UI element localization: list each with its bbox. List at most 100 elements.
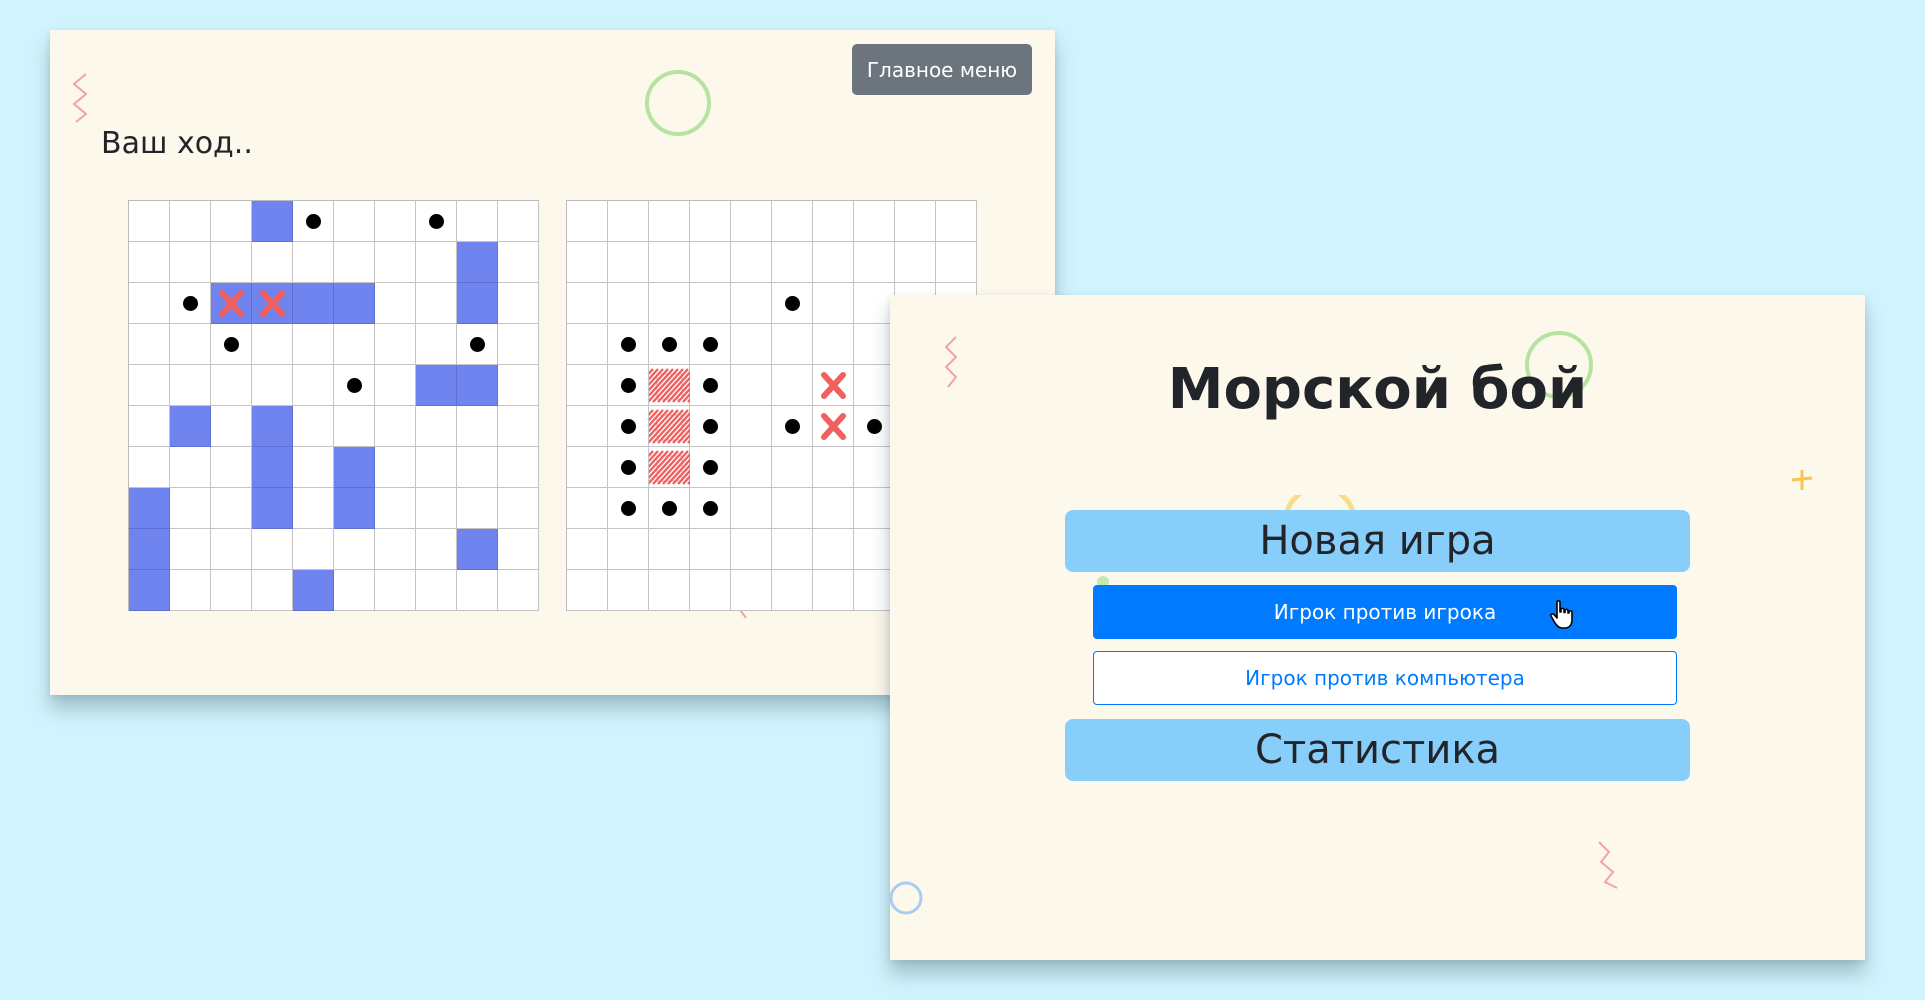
board-cell[interactable] (813, 283, 854, 324)
board-cell[interactable] (649, 488, 690, 529)
board-cell[interactable] (567, 324, 608, 365)
board-cell (129, 201, 170, 242)
board-cell[interactable] (854, 447, 895, 488)
board-cell[interactable] (731, 201, 772, 242)
board-cell (498, 201, 539, 242)
board-cell (416, 529, 457, 570)
board-cell[interactable] (772, 324, 813, 365)
board-cell[interactable] (936, 201, 977, 242)
board-cell[interactable] (567, 529, 608, 570)
board-cell[interactable] (772, 365, 813, 406)
board-cell[interactable] (813, 201, 854, 242)
board-cell[interactable] (772, 570, 813, 611)
board-cell[interactable] (813, 324, 854, 365)
board-cell[interactable] (690, 570, 731, 611)
board-cell[interactable] (608, 570, 649, 611)
board-cell[interactable] (772, 406, 813, 447)
board-cell[interactable] (649, 406, 690, 447)
board-cell (498, 283, 539, 324)
board-cell[interactable] (731, 324, 772, 365)
board-cell[interactable] (649, 447, 690, 488)
board-cell[interactable] (649, 570, 690, 611)
board-cell[interactable] (772, 447, 813, 488)
board-cell[interactable] (690, 324, 731, 365)
board-cell[interactable] (895, 242, 936, 283)
board-cell[interactable] (772, 201, 813, 242)
board-cell[interactable] (854, 365, 895, 406)
board-cell[interactable] (936, 242, 977, 283)
board-cell[interactable] (567, 570, 608, 611)
board-cell (211, 406, 252, 447)
board-cell[interactable] (690, 447, 731, 488)
board-cell (129, 406, 170, 447)
board-cell[interactable] (854, 283, 895, 324)
new-game-button[interactable]: Новая игра (1065, 510, 1690, 572)
board-cell[interactable] (813, 570, 854, 611)
board-cell[interactable] (608, 283, 649, 324)
board-cell[interactable] (567, 283, 608, 324)
board-cell[interactable] (731, 529, 772, 570)
board-cell[interactable] (649, 201, 690, 242)
board-cell[interactable] (772, 242, 813, 283)
board-cell[interactable] (813, 365, 854, 406)
board-cell[interactable] (854, 201, 895, 242)
board-cell[interactable] (854, 529, 895, 570)
board-cell[interactable] (813, 488, 854, 529)
board-cell[interactable] (649, 283, 690, 324)
board-cell[interactable] (690, 529, 731, 570)
board-cell[interactable] (649, 324, 690, 365)
board-cell[interactable] (608, 406, 649, 447)
board-cell[interactable] (690, 488, 731, 529)
miss-dot-icon (702, 459, 718, 475)
board-cell[interactable] (608, 201, 649, 242)
board-cell[interactable] (854, 570, 895, 611)
board-cell[interactable] (854, 242, 895, 283)
board-cell[interactable] (608, 365, 649, 406)
board-cell (211, 447, 252, 488)
board-cell[interactable] (772, 283, 813, 324)
board-cell[interactable] (608, 488, 649, 529)
player-vs-computer-button[interactable]: Игрок против компьютера (1093, 651, 1677, 705)
board-cell[interactable] (731, 447, 772, 488)
miss-dot-icon (469, 336, 485, 352)
board-cell[interactable] (649, 242, 690, 283)
board-cell[interactable] (608, 324, 649, 365)
board-cell[interactable] (731, 406, 772, 447)
main-menu-button[interactable]: Главное меню (852, 44, 1032, 95)
board-cell[interactable] (567, 201, 608, 242)
board-cell[interactable] (690, 283, 731, 324)
board-cell[interactable] (813, 242, 854, 283)
board-cell[interactable] (854, 488, 895, 529)
miss-dot-icon (428, 213, 444, 229)
board-cell[interactable] (690, 365, 731, 406)
board-cell[interactable] (649, 529, 690, 570)
board-cell[interactable] (772, 529, 813, 570)
board-cell[interactable] (567, 447, 608, 488)
board-cell[interactable] (813, 406, 854, 447)
board-cell[interactable] (731, 242, 772, 283)
player-vs-player-button[interactable]: Игрок против игрока (1093, 585, 1677, 639)
board-cell[interactable] (731, 365, 772, 406)
board-cell (252, 365, 293, 406)
board-cell[interactable] (690, 242, 731, 283)
board-cell[interactable] (731, 488, 772, 529)
board-cell[interactable] (813, 447, 854, 488)
board-cell[interactable] (649, 365, 690, 406)
board-cell[interactable] (690, 406, 731, 447)
board-cell[interactable] (854, 406, 895, 447)
board-cell[interactable] (608, 242, 649, 283)
board-cell[interactable] (567, 488, 608, 529)
board-cell[interactable] (567, 365, 608, 406)
board-cell[interactable] (772, 488, 813, 529)
board-cell[interactable] (567, 406, 608, 447)
board-cell[interactable] (608, 447, 649, 488)
board-cell[interactable] (854, 324, 895, 365)
statistics-button[interactable]: Статистика (1065, 719, 1690, 781)
board-cell[interactable] (608, 529, 649, 570)
board-cell[interactable] (895, 201, 936, 242)
board-cell[interactable] (567, 242, 608, 283)
board-cell[interactable] (731, 570, 772, 611)
board-cell[interactable] (690, 201, 731, 242)
board-cell[interactable] (731, 283, 772, 324)
board-cell[interactable] (813, 529, 854, 570)
